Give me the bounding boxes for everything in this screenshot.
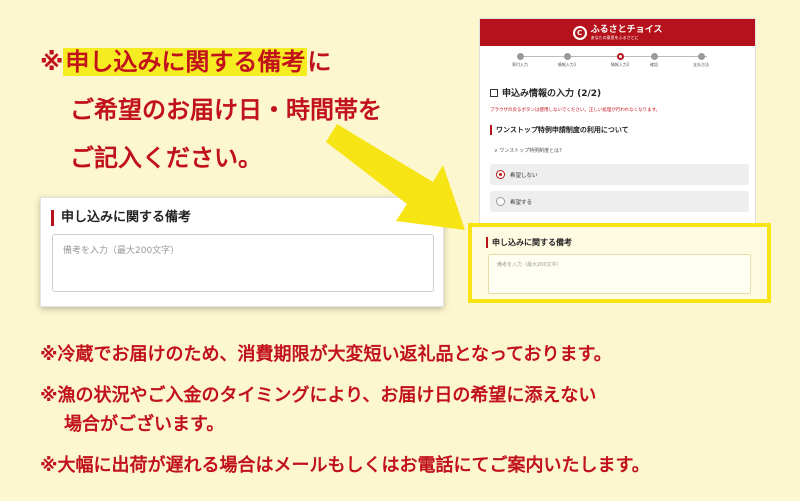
- option-label: 希望しない: [510, 172, 538, 179]
- step-label: 支払方法: [693, 62, 709, 67]
- headline-after: に: [307, 48, 332, 76]
- step-dot: [650, 53, 658, 60]
- onestop-info-link-text: ワンストップ特例制度とは?: [499, 148, 562, 154]
- headline-highlight: 申し込みに関する備考: [63, 48, 308, 76]
- step-label: 寄付入力: [512, 62, 528, 67]
- option-label: 希望する: [510, 199, 533, 206]
- zoomed-remarks-card: 申し込みに関する備考 備考を入力（最大200文字）: [40, 197, 444, 307]
- step-4: 確認: [634, 53, 674, 68]
- step-dot: [516, 53, 524, 60]
- logo-subtitle: あなたの意思をふるさとに: [590, 34, 639, 40]
- step-1: 寄付入力: [500, 53, 540, 68]
- note-1: ※冷蔵でお届けのため、消費期限が大変短い返礼品となっております。: [40, 344, 612, 365]
- step-indicator: 寄付入力 情報入力1 情報入力2 確認 支払方法: [480, 49, 755, 73]
- note-2-line2: 場合がございます。: [64, 414, 225, 435]
- note-3: ※大幅に出荷が遅れる場合はメールもしくはお電話にてご案内いたします。: [40, 455, 650, 476]
- option-yes[interactable]: 希望する: [490, 191, 749, 212]
- headline-prefix: ※: [40, 48, 64, 76]
- logo-name: ふるさとチョイス: [590, 24, 663, 35]
- app-header: C ふるさとチョイス あなたの意思をふるさとに: [480, 19, 755, 46]
- radio-checked-icon[interactable]: [496, 170, 505, 179]
- step-dot-active: [616, 53, 624, 60]
- section-title-text: 申込み情報の入力 (2/2): [502, 89, 602, 99]
- zoomed-remarks-title: 申し込みに関する備考: [51, 210, 191, 226]
- remarks-title: 申し込みに関する備考: [486, 237, 572, 248]
- headline: ※申し込みに関する備考に ご希望のお届け日・時間帯を ご記入ください。: [40, 38, 440, 182]
- step-label: 確認: [650, 62, 658, 67]
- edit-icon: [490, 88, 498, 97]
- note-2-line1: ※漁の状況やご入金のタイミングにより、お届け日の希望に添えない: [40, 385, 597, 406]
- highlighted-remarks-section: 申し込みに関する備考 備考を入力（最大200文字）: [468, 223, 771, 303]
- radio-icon[interactable]: [496, 197, 505, 206]
- zoomed-remarks-textarea[interactable]: 備考を入力（最大200文字）: [52, 234, 434, 292]
- option-no[interactable]: 希望しない: [490, 164, 749, 185]
- remarks-textarea[interactable]: 備考を入力（最大200文字）: [488, 254, 751, 294]
- headline-line2: ご希望のお届け日・時間帯を: [70, 96, 382, 124]
- back-button-warning: ブラウザの戻るボタンは使用しないでください。正しい処理が行われなくなります。: [490, 108, 661, 113]
- section-title: 申込み情報の入力 (2/2): [490, 86, 601, 99]
- step-5: 支払方法: [681, 53, 721, 68]
- onestop-title: ワンストップ特例申請制度の利用について: [490, 125, 629, 135]
- step-dot: [563, 53, 571, 60]
- headline-line3: ご記入ください。: [70, 144, 262, 172]
- step-dot: [697, 53, 705, 60]
- step-label: 情報入力1: [557, 62, 577, 67]
- notes: ※冷蔵でお届けのため、消費期限が大変短い返礼品となっております。 ※漁の状況やご…: [40, 340, 780, 480]
- choice-logo-icon: C: [572, 25, 587, 40]
- note-2: ※漁の状況やご入金のタイミングにより、お届け日の希望に添えない 場合がございます…: [40, 381, 780, 439]
- onestop-info-link[interactable]: ∨ ワンストップ特例制度とは?: [494, 147, 562, 154]
- step-2: 情報入力1: [547, 53, 587, 68]
